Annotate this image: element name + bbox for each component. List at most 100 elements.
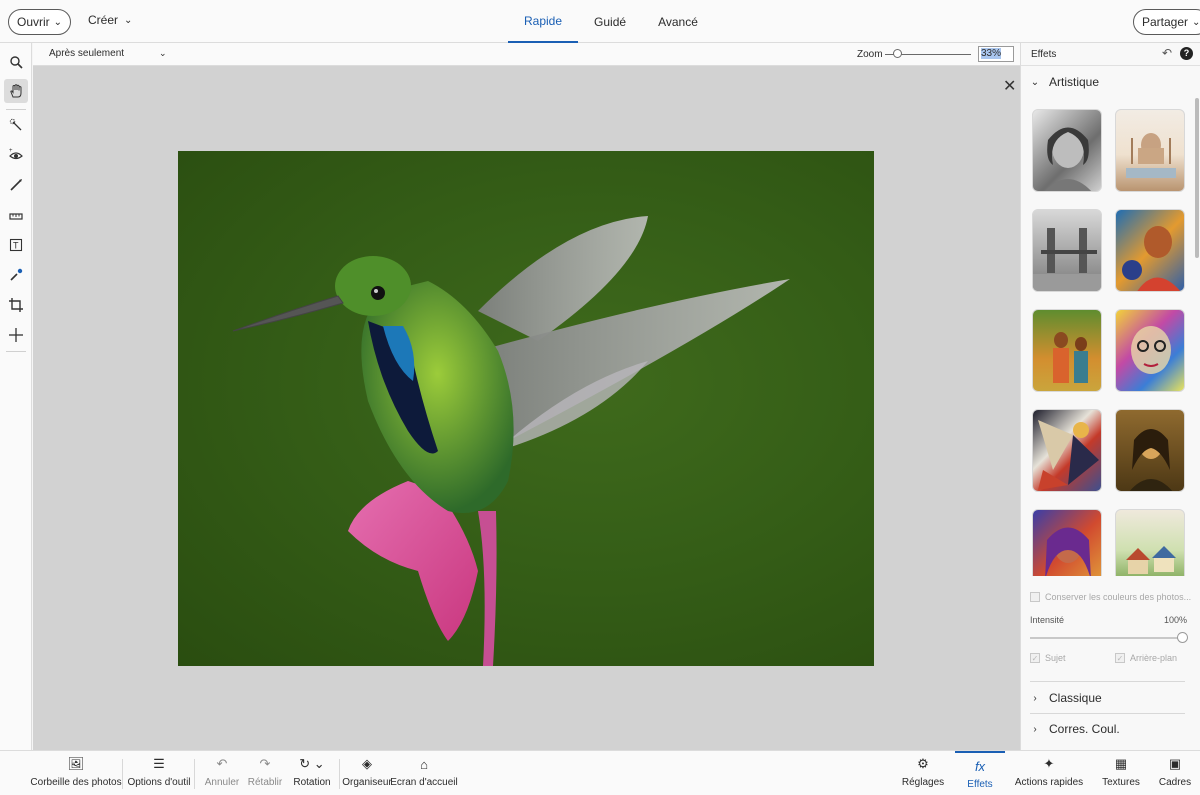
share-label: Partager [1142, 15, 1189, 29]
straighten-icon [9, 213, 23, 220]
tool-quick-selection[interactable] [4, 113, 28, 137]
effect-village-illustration[interactable] [1115, 509, 1185, 576]
tab-quick[interactable]: Rapide [508, 0, 579, 43]
quick-actions-button[interactable]: ✦ Actions rapides [1014, 751, 1084, 795]
tab-guided[interactable]: Guidé [578, 0, 642, 43]
tools-panel: + T [0, 43, 32, 750]
tool-zoom[interactable] [4, 50, 28, 74]
view-mode-value: Après seulement [49, 48, 125, 59]
tool-spot-healing[interactable] [4, 263, 28, 287]
chevron-down-icon: ⌄ [124, 14, 133, 26]
effects-button[interactable]: fx Effets [955, 751, 1005, 795]
frames-icon: ▣ [1168, 756, 1182, 771]
frames-label: Cadres [1158, 777, 1192, 788]
rotate-button[interactable]: ↻ ⌄ Rotation [291, 751, 333, 795]
create-label: Créer [88, 13, 119, 27]
zoom-icon [10, 56, 23, 69]
home-button[interactable]: ⌂ Ecran d'accueil [390, 751, 458, 795]
preserve-colors-checkbox[interactable] [1030, 592, 1040, 602]
effect-abstract-face[interactable] [1115, 309, 1185, 392]
photo-hummingbird [178, 151, 874, 666]
help-icon[interactable]: ? [1180, 47, 1193, 60]
move-icon [9, 328, 23, 342]
reset-icon[interactable]: ↶ [1162, 46, 1172, 60]
effect-bridge-sketch[interactable] [1032, 209, 1102, 292]
panel-title: Effets [1031, 49, 1057, 60]
section-color-match-label: Corres. Coul. [1049, 722, 1120, 736]
quick-actions-label: Actions rapides [1014, 777, 1084, 788]
crop-icon [9, 298, 23, 312]
effects-label: Effets [967, 779, 993, 790]
create-menu[interactable]: Créer ⌄ [88, 13, 132, 27]
effect-thumbnails [1029, 106, 1194, 576]
quick-selection-icon [9, 118, 22, 131]
textures-label: Textures [1102, 777, 1140, 788]
organizer-button[interactable]: ◈ Organiseur [342, 751, 392, 795]
intensity-slider-thumb[interactable] [1177, 632, 1188, 643]
zoom-field[interactable]: 33% [978, 46, 1014, 62]
canvas-area[interactable]: ✕ [33, 66, 1020, 750]
section-classic[interactable]: › Classique [1021, 688, 1196, 708]
undo-icon: ↶ [216, 756, 228, 771]
intensity-slider[interactable] [1030, 637, 1184, 639]
tool-move[interactable] [4, 323, 28, 347]
mode-tabs: Rapide Guidé Avancé [508, 0, 714, 43]
chevron-down-icon: ⌄ [53, 16, 63, 28]
effect-colorful-portrait-2[interactable] [1032, 509, 1102, 576]
fx-icon: fx [974, 758, 986, 774]
effect-gauguin-style[interactable] [1032, 309, 1102, 392]
bottom-divider [194, 759, 195, 789]
background-checkbox[interactable]: ✓ [1115, 653, 1125, 663]
effect-cubist-abstract[interactable] [1032, 409, 1102, 492]
adjustments-button[interactable]: ⚙ Réglages [901, 751, 945, 795]
photo-bin-button[interactable]: 🖼 Corbeille des photos [30, 751, 121, 795]
adjustments-label: Réglages [901, 777, 945, 788]
textures-button[interactable]: ▦ Textures [1102, 751, 1140, 795]
effect-taj-mahal-watercolor[interactable] [1115, 109, 1185, 192]
open-button[interactable]: Ouvrir ⌄ [8, 9, 72, 35]
hummingbird-illustration [232, 216, 790, 666]
bottom-divider [339, 759, 340, 789]
tool-text[interactable]: T [4, 233, 28, 257]
sparkle-icon: ✦ [1043, 756, 1055, 771]
redo-icon: ↷ [259, 756, 271, 771]
tool-red-eye[interactable]: + [4, 143, 28, 167]
section-artistic[interactable]: ⌄ Artistique [1021, 73, 1196, 91]
tool-divider [6, 351, 26, 352]
zoom-label: Zoom [857, 49, 883, 60]
effect-colorful-portrait[interactable] [1115, 209, 1185, 292]
close-icon[interactable]: ✕ [1003, 76, 1016, 96]
effect-mona-lisa-style[interactable] [1115, 409, 1185, 492]
open-label: Ouvrir [17, 15, 50, 29]
tool-whiten-teeth[interactable] [4, 173, 28, 197]
tool-options-label: Options d'outil [127, 777, 191, 788]
redo-label: Rétablir [247, 777, 283, 788]
tool-straighten[interactable] [4, 203, 28, 227]
chevron-right-icon: › [1033, 692, 1037, 704]
organizer-label: Organiseur [342, 777, 392, 788]
sliders-icon: ⚙ [917, 756, 929, 771]
subject-row[interactable]: ✓ Sujet [1030, 653, 1066, 663]
red-eye-icon: + [9, 148, 23, 160]
background-label: Arrière-plan [1130, 653, 1178, 663]
share-button[interactable]: Partager ⌄ [1133, 9, 1200, 35]
subject-checkbox[interactable]: ✓ [1030, 653, 1040, 663]
undo-button[interactable]: ↶ Annuler [203, 751, 241, 795]
frames-button[interactable]: ▣ Cadres [1158, 751, 1192, 795]
panel-scrollbar[interactable] [1195, 98, 1199, 258]
zoom-slider-thumb[interactable] [893, 49, 902, 58]
tool-hand[interactable] [4, 79, 28, 103]
subject-label: Sujet [1045, 653, 1066, 663]
redo-button[interactable]: ↷ Rétablir [245, 751, 285, 795]
tab-expert[interactable]: Avancé [642, 0, 714, 43]
view-mode-select[interactable]: Après seulement ⌄ [49, 48, 167, 59]
preserve-colors-row[interactable]: Conserver les couleurs des photos... [1030, 592, 1191, 602]
chevron-down-icon: ⌄ [159, 48, 167, 58]
tool-options-button[interactable]: ☰ Options d'outil [127, 751, 191, 795]
svg-text:+: + [9, 148, 13, 154]
effect-sketch-portrait[interactable] [1032, 109, 1102, 192]
section-color-match[interactable]: › Corres. Coul. [1021, 719, 1196, 739]
background-row[interactable]: ✓ Arrière-plan [1115, 653, 1177, 663]
tool-crop[interactable] [4, 293, 28, 317]
section-classic-label: Classique [1049, 691, 1102, 705]
